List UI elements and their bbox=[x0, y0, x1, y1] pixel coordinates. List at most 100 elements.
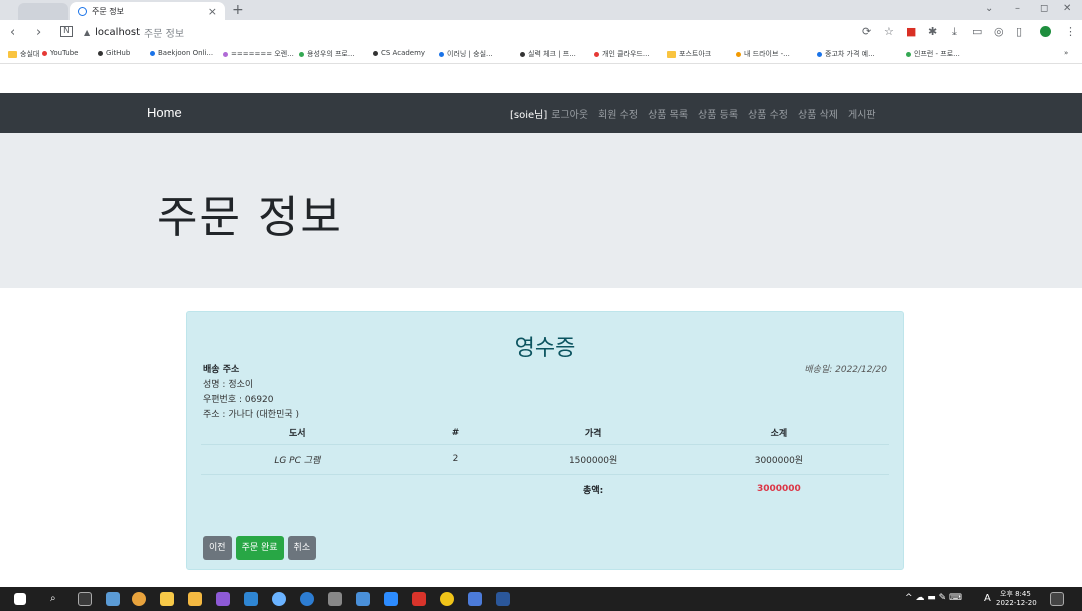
total-row: 총액: 3000000 bbox=[201, 474, 889, 504]
item-name: LG PC 그램 bbox=[201, 444, 394, 475]
bookmark-favicon-icon bbox=[817, 51, 822, 57]
clock-date[interactable]: 2022-12-20 bbox=[996, 599, 1037, 607]
bookmark-item[interactable]: 중고차 가격 예... bbox=[817, 49, 875, 59]
screenshot-icon[interactable]: ◎ bbox=[994, 25, 1004, 38]
app-icon[interactable] bbox=[440, 592, 454, 606]
col-subtotal: 소계 bbox=[668, 422, 889, 445]
bookmarks-more-icon[interactable]: » bbox=[1064, 49, 1068, 57]
col-qty: # bbox=[393, 422, 518, 445]
vscode-icon[interactable] bbox=[244, 592, 258, 606]
page-header: 주문 정보 bbox=[0, 133, 1082, 288]
notion-icon[interactable]: N bbox=[60, 26, 73, 37]
bookmark-label: 숭실대 bbox=[20, 50, 40, 58]
tab-close-icon[interactable]: × bbox=[208, 5, 217, 18]
bookmark-favicon-icon bbox=[299, 51, 304, 57]
back-icon[interactable]: ‹ bbox=[10, 25, 15, 40]
recipient-name: 성명 : 정소이 bbox=[203, 380, 254, 390]
close-window-icon[interactable]: ✕ bbox=[1063, 3, 1071, 14]
download-icon[interactable]: ⤓ bbox=[952, 25, 957, 39]
file-explorer-icon[interactable] bbox=[188, 592, 202, 606]
bookmark-item[interactable]: 포스트아크 bbox=[667, 49, 711, 59]
url-host: localhost bbox=[95, 26, 141, 38]
nav-product-edit[interactable]: 상품 수정 bbox=[748, 106, 788, 121]
clock-time[interactable]: 오후 8:45 bbox=[1000, 589, 1031, 599]
bookmark-item[interactable]: 인프런 - 프로... bbox=[906, 49, 960, 59]
chrome-icon[interactable] bbox=[132, 592, 146, 606]
item-price: 1500000원 bbox=[517, 444, 669, 475]
bookmark-item[interactable]: 이러닝 | 숭실... bbox=[439, 49, 493, 59]
col-price: 가격 bbox=[517, 422, 669, 445]
app-icon[interactable] bbox=[300, 592, 314, 606]
kakaotalk-icon[interactable] bbox=[160, 592, 174, 606]
profile-avatar[interactable] bbox=[1040, 26, 1051, 37]
ime-indicator[interactable]: A bbox=[984, 593, 991, 604]
bookmark-item[interactable]: Baekjoon Onli... bbox=[150, 49, 213, 57]
app-icon[interactable] bbox=[468, 592, 482, 606]
empty-cell bbox=[394, 474, 518, 504]
maximize-icon[interactable]: ◻ bbox=[1040, 3, 1048, 14]
nav-edit-member[interactable]: 회원 수정 bbox=[598, 106, 638, 121]
bookmark-favicon-icon bbox=[150, 50, 155, 56]
extension-icon[interactable]: ✱ bbox=[928, 25, 937, 38]
menu-icon[interactable]: ⋮ bbox=[1065, 25, 1076, 38]
word-icon[interactable] bbox=[496, 592, 510, 606]
url-field[interactable]: ▲ localhost 주문 정보 bbox=[84, 24, 184, 40]
nav-board[interactable]: 게시판 bbox=[848, 106, 876, 121]
app-icon[interactable] bbox=[106, 592, 120, 606]
order-complete-button[interactable]: 주문 완료 bbox=[235, 536, 284, 560]
nav-product-list[interactable]: 상품 목록 bbox=[648, 106, 688, 121]
bookmark-item[interactable]: GitHub bbox=[98, 49, 130, 57]
forward-icon[interactable]: › bbox=[36, 25, 41, 40]
visual-studio-icon[interactable] bbox=[216, 592, 230, 606]
zoom-icon[interactable] bbox=[384, 592, 398, 606]
cast-icon[interactable]: ▭ bbox=[972, 25, 982, 38]
bookmark-favicon-icon bbox=[736, 51, 741, 57]
bookmark-label: GitHub bbox=[106, 49, 131, 57]
bookmark-item[interactable]: YouTube bbox=[42, 49, 78, 57]
folder-icon bbox=[8, 50, 17, 58]
app-icon[interactable] bbox=[328, 592, 342, 606]
sidepanel-icon[interactable]: ▯ bbox=[1016, 25, 1022, 38]
receipt-card: 영수증 배송 주소 성명 : 정소이 우편번호 : 06920 주소 : 가나다… bbox=[186, 311, 904, 570]
address-line: 주소 : 가나다 (대한민국 ) bbox=[203, 410, 300, 420]
page-title: 주문 정보 bbox=[157, 192, 343, 243]
warning-icon[interactable]: ▲ bbox=[84, 28, 90, 37]
bookmark-item[interactable]: 개인 클라우드... bbox=[594, 49, 650, 59]
windows-start-icon[interactable] bbox=[14, 593, 26, 605]
minimize-icon[interactable]: – bbox=[1015, 3, 1020, 14]
total-value: 3000000 bbox=[756, 484, 801, 495]
bookmark-item[interactable]: 용성우의 프로... bbox=[299, 49, 355, 59]
nav-product-delete[interactable]: 상품 삭제 bbox=[798, 106, 838, 121]
tray-icons[interactable]: ^ ☁ ▬ ✎ ⌨ bbox=[905, 593, 962, 603]
bookmark-item[interactable]: 실력 체크 | 프... bbox=[520, 49, 576, 59]
app-icon[interactable] bbox=[272, 592, 286, 606]
search-icon[interactable]: ⌕ bbox=[50, 593, 56, 604]
google-lens-icon[interactable]: ⟳ bbox=[862, 25, 871, 38]
app-icon[interactable] bbox=[412, 592, 426, 606]
nav-logout[interactable]: 로그아웃 bbox=[551, 106, 588, 121]
bookmark-label: CS Academy bbox=[381, 49, 426, 57]
bookmark-label: 인프런 - 프로... bbox=[914, 50, 960, 58]
bookmark-item[interactable]: 숭실대 bbox=[8, 49, 39, 59]
bookmark-favicon-icon bbox=[373, 50, 378, 56]
cancel-button[interactable]: 취소 bbox=[287, 536, 317, 560]
nav-product-add[interactable]: 상품 등록 bbox=[698, 106, 738, 121]
bookmark-item[interactable]: ======= 오렌... bbox=[223, 49, 294, 59]
browser-tab-strip: 주문 정보 × + ⌄ – ◻ ✕ bbox=[0, 0, 1082, 20]
bookmark-star-icon[interactable]: ☆ bbox=[884, 25, 894, 38]
bookmark-label: 이러닝 | 숭실... bbox=[447, 50, 493, 58]
notification-icon[interactable] bbox=[1050, 592, 1064, 606]
bookmark-item[interactable]: CS Academy bbox=[373, 49, 425, 57]
youtube-ext-icon[interactable]: ■ bbox=[906, 25, 916, 38]
empty-cell bbox=[201, 474, 394, 504]
app-icon[interactable] bbox=[356, 592, 370, 606]
home-link[interactable]: Home bbox=[147, 105, 182, 120]
tab-search-icon[interactable]: ⌄ bbox=[985, 3, 993, 14]
prev-button[interactable]: 이전 bbox=[203, 536, 232, 560]
bookmark-item[interactable]: 내 드라이브 -... bbox=[736, 49, 790, 59]
task-view-icon[interactable] bbox=[78, 592, 92, 606]
background-tab[interactable] bbox=[18, 3, 68, 20]
active-tab[interactable]: 주문 정보 × bbox=[70, 2, 225, 20]
new-tab-icon[interactable]: + bbox=[232, 2, 244, 18]
bookmark-favicon-icon bbox=[520, 51, 525, 57]
